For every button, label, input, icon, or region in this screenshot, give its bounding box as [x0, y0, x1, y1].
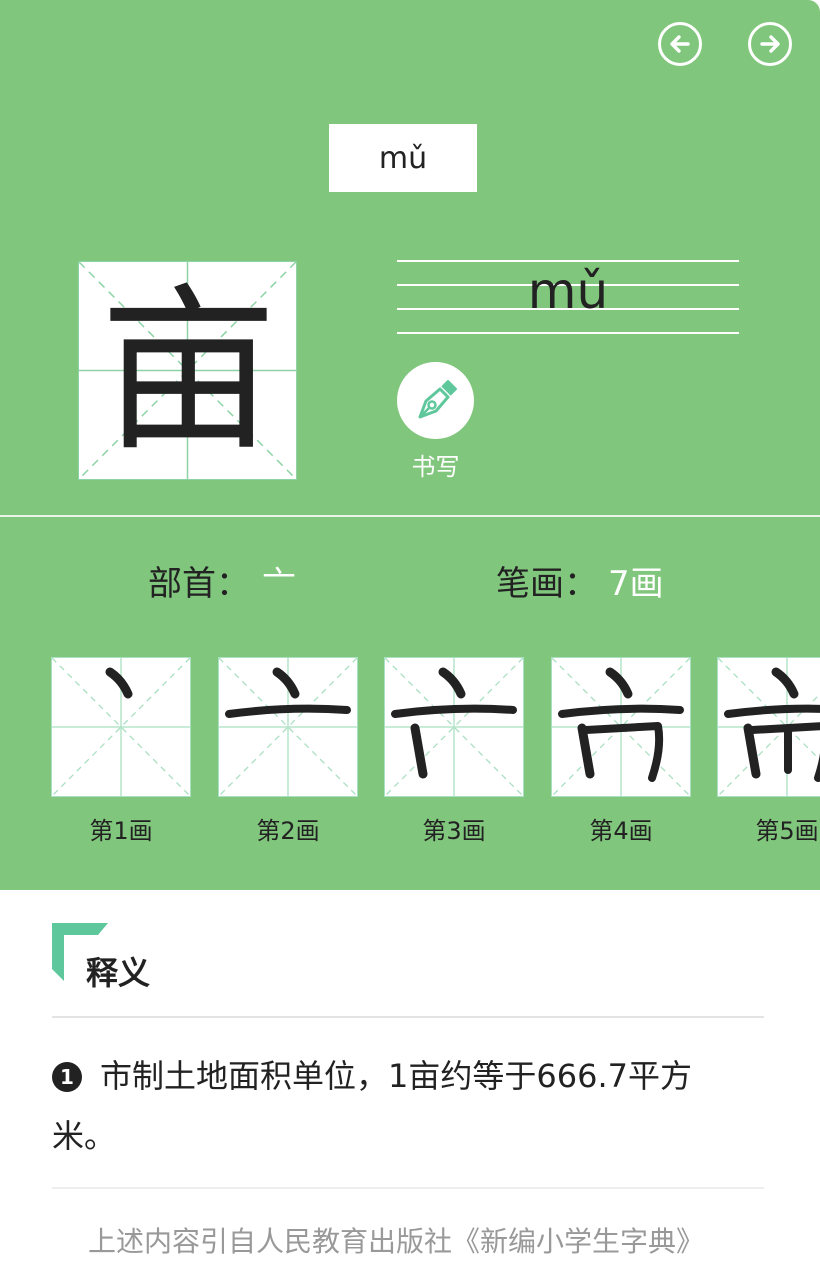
stroke-label: 第1画 [89, 817, 153, 845]
stroke-label: 第2画 [256, 817, 320, 845]
arrow-left-icon [670, 35, 690, 53]
write-button[interactable] [397, 362, 474, 439]
pinyin-text: mǔ [527, 262, 609, 320]
pinyin-tab[interactable]: mǔ [329, 124, 477, 192]
stroke-5-drawing [718, 658, 820, 796]
stroke-label: 第5画 [755, 817, 819, 845]
source-note: 上述内容引自人民教育出版社《新编小学生字典》 [87, 1225, 704, 1258]
stroke-step-2[interactable]: 第2画 [218, 657, 358, 846]
stroke-1-drawing [52, 658, 190, 796]
stroke-step-3[interactable]: 第3画 [384, 657, 524, 846]
pen-nib-icon [418, 379, 457, 418]
arrow-right-icon [760, 35, 780, 53]
character-grid-box: 亩 [78, 261, 297, 480]
definition-text: 市制土地面积单位，1亩约等于666.7平方米。 [52, 1057, 692, 1155]
prev-button[interactable] [658, 22, 702, 66]
stroke-step-5[interactable]: 第5画 [717, 657, 820, 846]
stroke-grid-box [218, 657, 358, 797]
stroke-step-4[interactable]: 第4画 [551, 657, 691, 846]
next-button[interactable] [748, 22, 792, 66]
footer-divider [52, 1187, 764, 1189]
header-divider [0, 515, 820, 517]
definition-item: 1 市制土地面积单位，1亩约等于666.7平方米。 [52, 1046, 732, 1166]
main-character: 亩 [99, 267, 278, 475]
stroke-grid-box [717, 657, 820, 797]
strokes-value: 7画 [608, 564, 664, 604]
stroke-grid-box [551, 657, 691, 797]
radical-label: 部首： [148, 564, 250, 604]
stroke-label: 第3画 [422, 817, 486, 845]
pinyin-tab-label: mǔ [378, 140, 428, 176]
write-label: 书写 [411, 453, 460, 481]
stroke-label: 第4画 [589, 817, 653, 845]
radical-value: 亠 [262, 564, 296, 604]
section-title: 释义 [86, 954, 151, 992]
stroke-4-drawing [552, 658, 690, 796]
stroke-2-drawing [219, 658, 357, 796]
strokes-label: 笔画： [496, 564, 598, 604]
stroke-grid-box [384, 657, 524, 797]
section-divider [52, 1016, 764, 1018]
definition-number-badge: 1 [52, 1062, 82, 1092]
stroke-3-drawing [385, 658, 523, 796]
stroke-step-1[interactable]: 第1画 [51, 657, 191, 846]
stroke-grid-box [51, 657, 191, 797]
